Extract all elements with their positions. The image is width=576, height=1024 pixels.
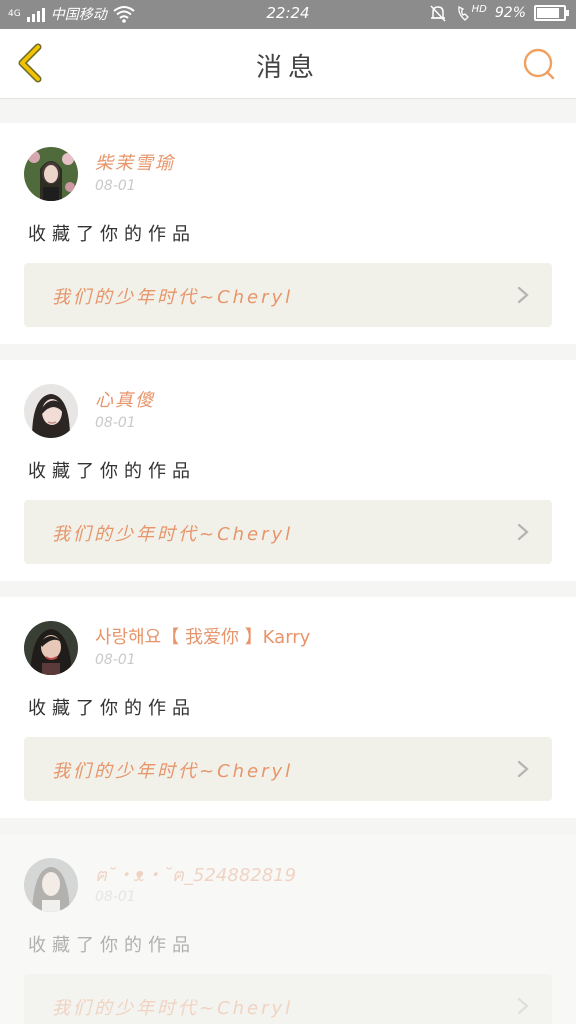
- user-avatar[interactable]: [24, 384, 78, 438]
- battery-percent: 92%: [494, 5, 526, 21]
- search-icon[interactable]: [520, 45, 558, 83]
- username[interactable]: ฅ˘・ᴥ・˘ฅ_524882819: [95, 860, 296, 889]
- chevron-right-icon: [517, 523, 529, 541]
- status-bar-right: HD 92%: [428, 3, 569, 22]
- work-link[interactable]: 我们的少年时代~Cheryl: [24, 974, 552, 1024]
- header: 消息: [0, 29, 576, 99]
- user-avatar[interactable]: [24, 858, 78, 912]
- work-title: 我们的少年时代~Cheryl: [52, 761, 294, 782]
- message-card[interactable]: 사랑해요【 我爱你 】Karry 08-01 收藏了你的作品 我们的少年时代~C…: [0, 597, 576, 818]
- message-date: 08-01: [95, 178, 136, 194]
- page-title: 消息: [255, 53, 320, 83]
- chevron-right-icon: [517, 997, 529, 1015]
- chevron-right-icon: [517, 760, 529, 778]
- battery-level: [537, 8, 560, 18]
- battery-icon: [534, 5, 569, 21]
- user-avatar[interactable]: [24, 621, 78, 675]
- hd-label: HD: [471, 3, 487, 15]
- message-card[interactable]: 柴茉雪瑜 08-01 收藏了你的作品 我们的少年时代~Cheryl: [0, 123, 576, 344]
- work-link[interactable]: 我们的少年时代~Cheryl: [24, 500, 552, 564]
- mute-bell-icon: [430, 5, 446, 22]
- chevron-right-icon: [517, 286, 529, 304]
- status-bar: 4G 中国移动 22:24 HD 92%: [0, 0, 576, 29]
- username[interactable]: 사랑해요【 我爱你 】Karry: [95, 623, 310, 649]
- work-link[interactable]: 我们的少年时代~Cheryl: [24, 263, 552, 327]
- action-text: 收藏了你的作品: [28, 698, 196, 719]
- message-card[interactable]: ฅ˘・ᴥ・˘ฅ_524882819 08-01 收藏了你的作品 我们的少年时代~…: [0, 834, 576, 1024]
- message-list[interactable]: 柴茉雪瑜 08-01 收藏了你的作品 我们的少年时代~Cheryl 心真傻 08…: [0, 99, 576, 1024]
- work-link[interactable]: 我们的少年时代~Cheryl: [24, 737, 552, 801]
- action-text: 收藏了你的作品: [28, 935, 196, 956]
- work-title: 我们的少年时代~Cheryl: [52, 524, 294, 545]
- action-text: 收藏了你的作品: [28, 224, 196, 245]
- username[interactable]: 柴茉雪瑜: [95, 149, 175, 175]
- message-date: 08-01: [95, 415, 136, 431]
- message-card[interactable]: 心真傻 08-01 收藏了你的作品 我们的少年时代~Cheryl: [0, 360, 576, 581]
- action-text: 收藏了你的作品: [28, 461, 196, 482]
- message-date: 08-01: [95, 889, 136, 905]
- work-title: 我们的少年时代~Cheryl: [52, 998, 294, 1019]
- user-avatar[interactable]: [24, 147, 78, 201]
- username[interactable]: 心真傻: [95, 386, 155, 412]
- work-title: 我们的少年时代~Cheryl: [52, 287, 294, 308]
- message-date: 08-01: [95, 652, 136, 668]
